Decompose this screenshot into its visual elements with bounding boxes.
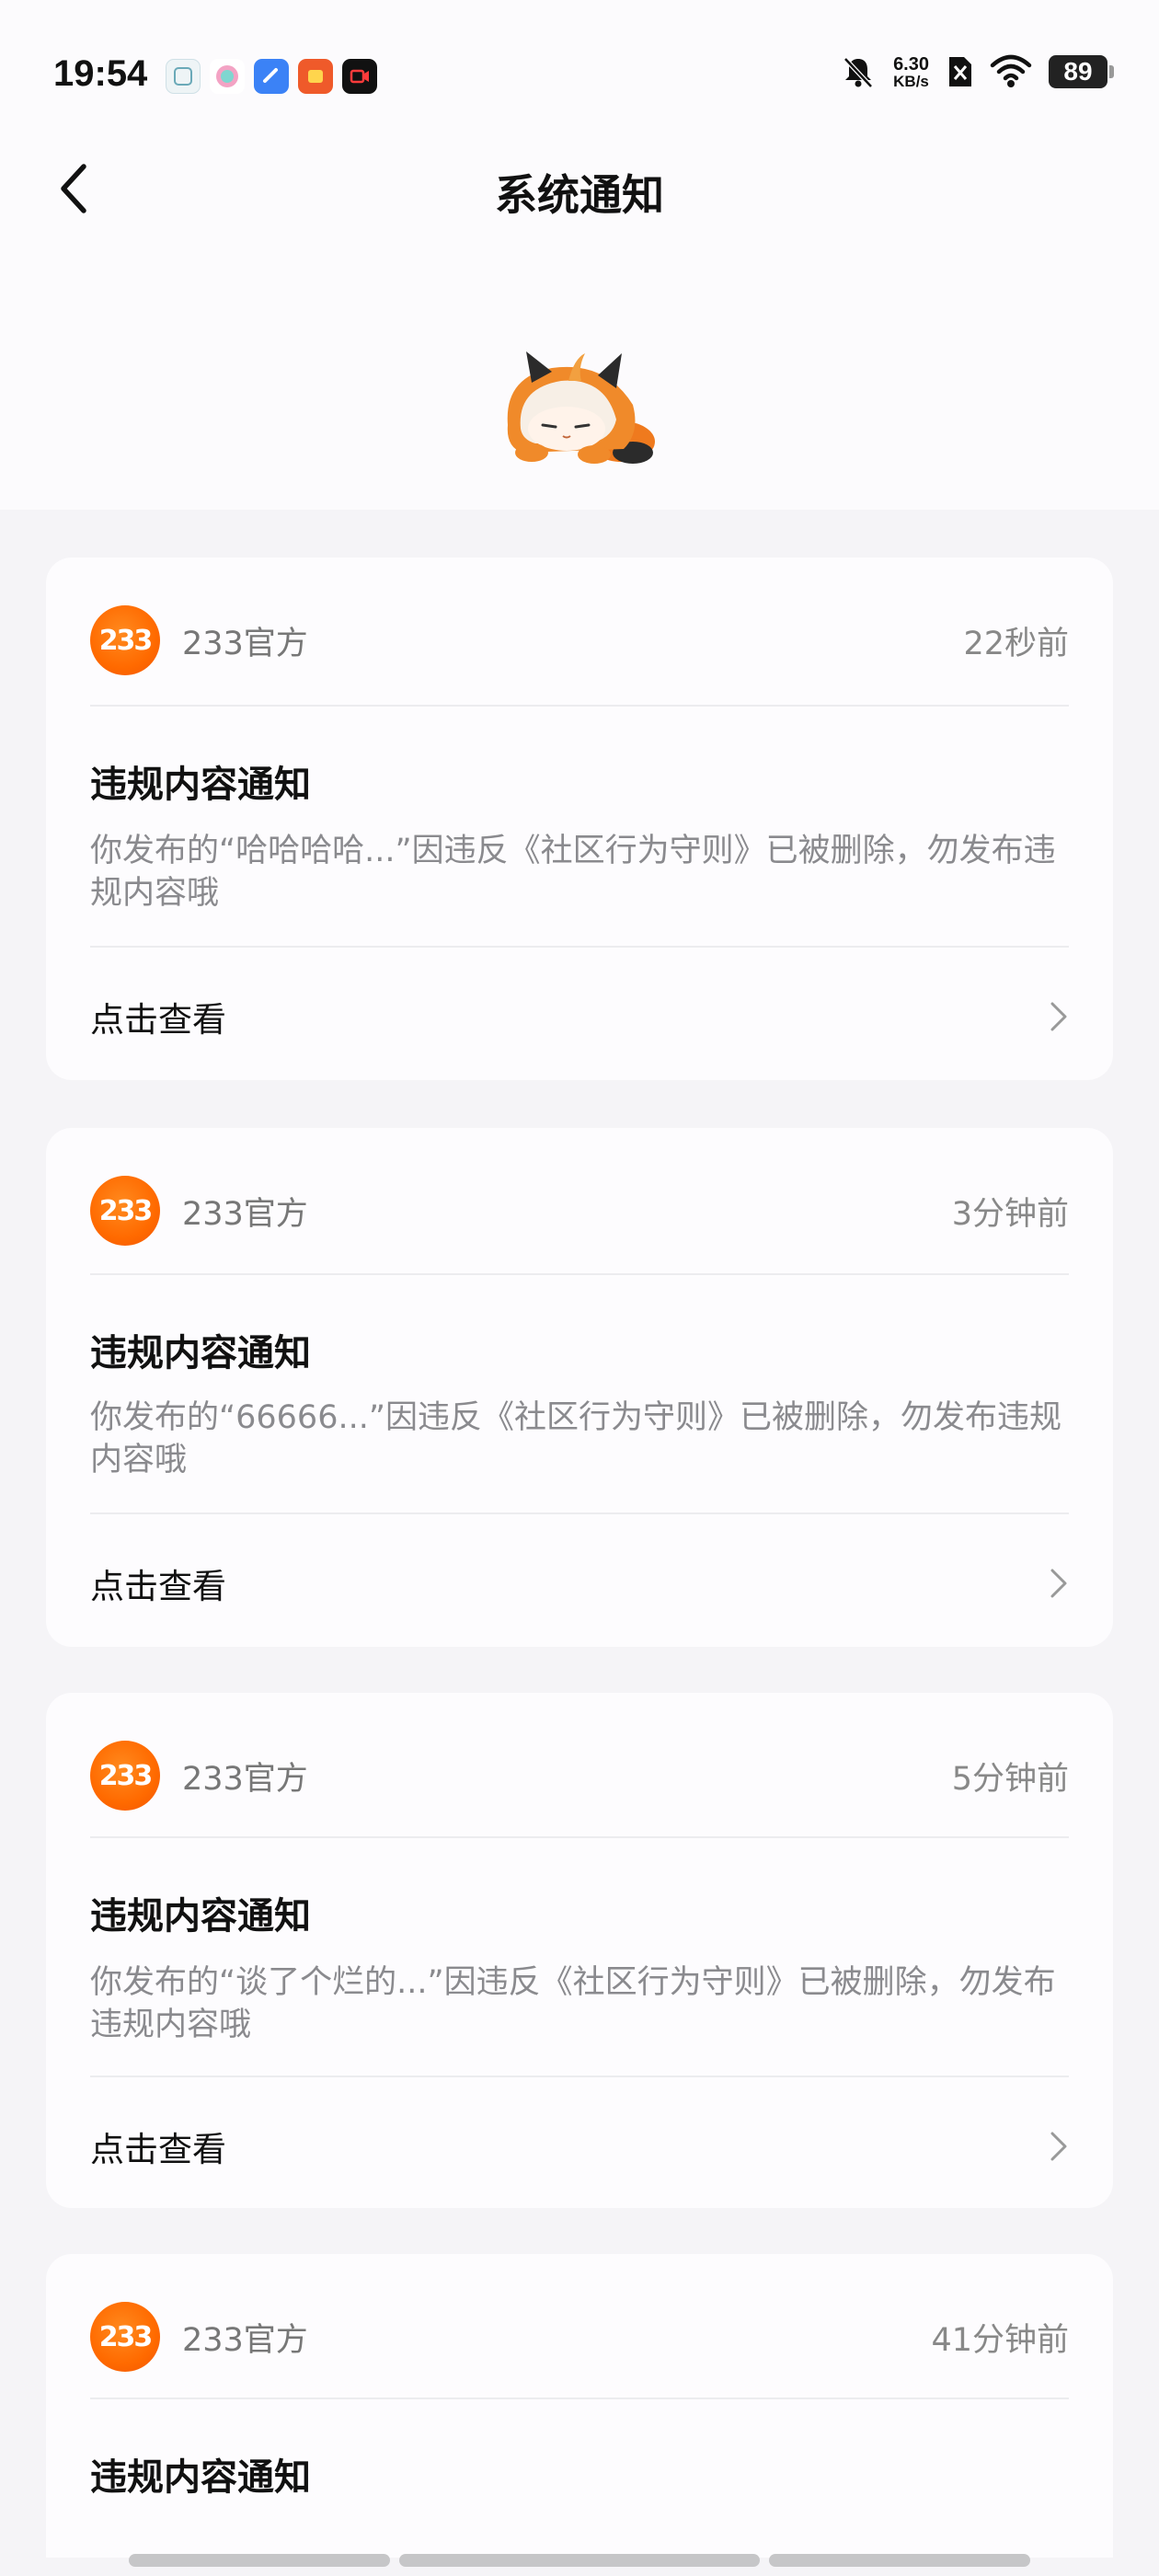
status-bar: 19:54 6.30 KB/s 89	[0, 0, 1159, 147]
gesture-bar-right	[769, 2554, 1030, 2567]
notification-body: 你发布的“谈了个烂的...”因违反《社区行为守则》已被删除，勿发布违规内容哦	[90, 1964, 1056, 2043]
divider	[90, 946, 1069, 948]
chevron-right-icon	[1050, 1569, 1067, 1598]
notification-time: 41分钟前	[931, 2321, 1069, 2359]
233-logo: 233	[90, 1176, 160, 1246]
233-logo: 233	[90, 1741, 160, 1811]
status-right: 6.30 KB/s 89	[840, 53, 1114, 90]
notification-time: 3分钟前	[951, 1195, 1069, 1233]
app-icon-2	[210, 59, 245, 94]
status-time: 19:54	[53, 53, 148, 94]
app-icon-1-glyph	[174, 67, 192, 86]
233-logo: 233	[90, 605, 160, 675]
notification-title: 违规内容通知	[90, 2456, 311, 2499]
notification-title: 违规内容通知	[90, 1332, 311, 1374]
app-icon-3	[254, 59, 289, 94]
divider	[90, 1512, 1069, 1514]
gesture-bar-center[interactable]	[399, 2554, 760, 2567]
speed-unit: KB/s	[893, 72, 929, 90]
view-details-label: 点击查看	[90, 2130, 226, 2169]
divider	[90, 705, 1069, 707]
header: 系统通知	[0, 129, 1159, 248]
card-header: 233 233官方 3分钟前	[90, 1174, 1069, 1248]
app-icon-1	[166, 59, 201, 94]
card-header: 233 233官方 41分钟前	[90, 2300, 1069, 2374]
sender-name: 233官方	[182, 1195, 308, 1233]
notification-card: 233 233官方 41分钟前 违规内容通知	[46, 2254, 1113, 2558]
chevron-right-icon	[1050, 1002, 1067, 1031]
notification-card: 233 233官方 5分钟前 违规内容通知 你发布的“谈了个烂的...”因违反《…	[46, 1693, 1113, 2208]
gesture-bar-left	[129, 2554, 390, 2567]
sender-name: 233官方	[182, 625, 308, 662]
mascot-image	[507, 351, 655, 464]
notification-time: 5分钟前	[951, 1760, 1069, 1798]
app-icon-4	[298, 59, 333, 94]
sim-x-icon	[949, 57, 971, 86]
notification-title: 违规内容通知	[90, 764, 311, 806]
divider	[90, 2398, 1069, 2399]
notification-title: 违规内容通知	[90, 1895, 311, 1938]
card-header: 233 233官方 22秒前	[90, 604, 1069, 677]
network-speed: 6.30 KB/s	[893, 55, 929, 89]
wifi-icon	[990, 54, 1032, 87]
mascot-banner	[0, 248, 1159, 510]
battery-indicator: 89	[1049, 55, 1114, 88]
divider	[90, 1273, 1069, 1275]
app-icon-5	[342, 59, 377, 94]
bell-muted-icon	[843, 57, 873, 88]
status-app-icons	[166, 59, 377, 94]
view-details-link[interactable]: 点击查看	[90, 984, 1069, 1049]
233-logo: 233	[90, 2302, 160, 2372]
card-header: 233 233官方 5分钟前	[90, 1739, 1069, 1812]
notification-body: 你发布的“66666...”因违反《社区行为守则》已被删除，勿发布违规内容哦	[90, 1399, 1061, 1478]
notification-card: 233 233官方 22秒前 违规内容通知 你发布的“哈哈哈哈...”因违反《社…	[46, 558, 1113, 1080]
notification-card: 233 233官方 3分钟前 违规内容通知 你发布的“66666...”因违反《…	[46, 1128, 1113, 1647]
divider	[90, 1836, 1069, 1838]
divider	[90, 2076, 1069, 2077]
notification-time: 22秒前	[963, 625, 1069, 662]
sender-name: 233官方	[182, 1760, 308, 1798]
notification-body: 你发布的“哈哈哈哈...”因违反《社区行为守则》已被删除，勿发布违规内容哦	[90, 833, 1056, 912]
view-details-link[interactable]: 点击查看	[90, 1551, 1069, 1616]
view-details-label: 点击查看	[90, 1567, 226, 1606]
chevron-right-icon	[1050, 2132, 1067, 2161]
sender-name: 233官方	[182, 2321, 308, 2359]
view-details-label: 点击查看	[90, 1000, 226, 1040]
speed-value: 6.30	[893, 53, 929, 75]
view-details-link[interactable]: 点击查看	[90, 2114, 1069, 2179]
page-title: 系统通知	[495, 170, 664, 220]
